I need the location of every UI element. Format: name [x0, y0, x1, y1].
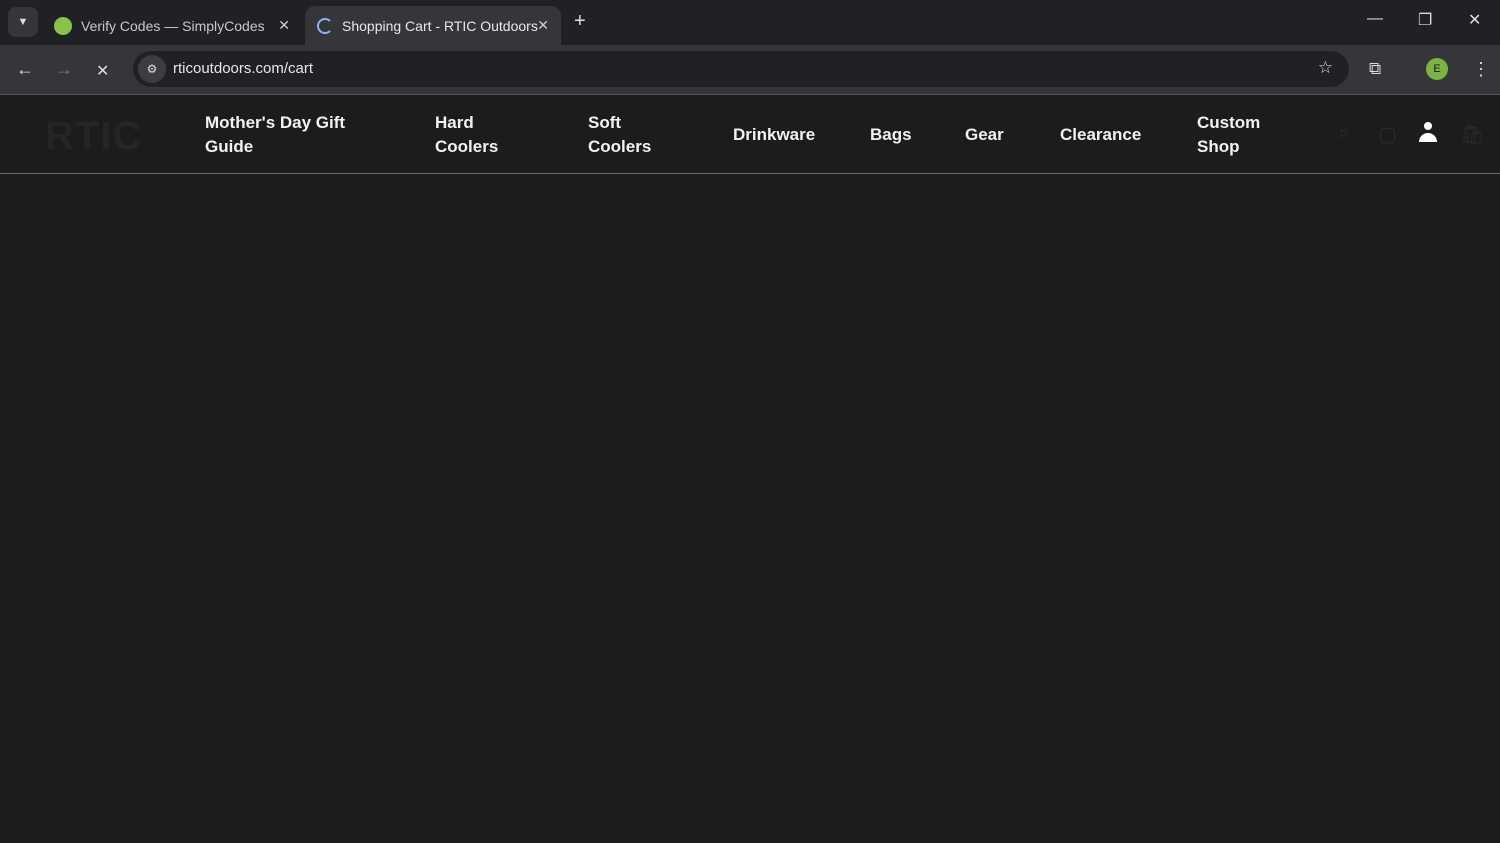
nav-mothers-day[interactable]: Mother's Day Gift Guide [205, 96, 345, 174]
nav-label: Hard [435, 113, 474, 132]
url-text[interactable]: rticoutdoors.com/cart [173, 60, 313, 77]
nav-soft-coolers[interactable]: Soft Coolers [588, 96, 651, 174]
nav-label: Coolers [435, 137, 499, 156]
menu-kebab-icon[interactable]: ⋮ [1472, 59, 1490, 80]
new-tab-button[interactable]: + [574, 10, 586, 33]
forward-button[interactable]: → [55, 59, 73, 80]
restore-button[interactable]: ❐ [1418, 10, 1432, 30]
chat-icon[interactable]: ▢ [1378, 122, 1397, 147]
profile-avatar[interactable]: E [1426, 58, 1448, 80]
tab-simplycodes[interactable]: Verify Codes — SimplyCodes ✕ [42, 6, 302, 45]
minimize-button[interactable]: — [1367, 10, 1383, 28]
site-settings-icon[interactable]: ⚙ [138, 55, 166, 83]
browser-toolbar: ← → ✕ ⚙ rticoutdoors.com/cart ☆ ⧉ E ⋮ [0, 45, 1500, 95]
nav-bags[interactable]: Bags [870, 96, 912, 174]
nav-clearance[interactable]: Clearance [1060, 96, 1141, 174]
nav-label: Mother's Day Gift [205, 113, 346, 132]
tab-title: Shopping Cart - RTIC Outdoors [342, 17, 538, 34]
nav-drinkware[interactable]: Drinkware [733, 96, 815, 174]
nav-label: Guide [205, 137, 254, 156]
loading-spinner-icon [317, 17, 333, 34]
nav-label: Coolers [588, 137, 652, 156]
site-header: RTIC Mother's Day Gift Guide Hard Coolers … [0, 96, 1500, 174]
close-window-button[interactable]: ✕ [1468, 10, 1481, 30]
nav-custom-shop[interactable]: Custom Shop [1197, 96, 1260, 174]
address-bar[interactable]: ⚙ rticoutdoors.com/cart ☆ [133, 51, 1349, 87]
tab-search-button[interactable]: ▼ [8, 7, 38, 37]
account-icon[interactable] [1418, 122, 1438, 144]
extensions-icon[interactable]: ⧉ [1369, 59, 1381, 79]
tab-bar: ▼ Verify Codes — SimplyCodes ✕ Shopping … [0, 0, 1500, 45]
bookmark-star-icon[interactable]: ☆ [1318, 58, 1333, 78]
close-tab-icon[interactable]: ✕ [278, 17, 290, 34]
simplycodes-favicon-icon [54, 16, 72, 35]
back-button[interactable]: ← [16, 59, 34, 80]
nav-hard-coolers[interactable]: Hard Coolers [435, 96, 498, 174]
cart-icon[interactable]: 🛍 [1460, 122, 1485, 147]
nav-label: Shop [1197, 137, 1240, 156]
nav-label: Custom [1197, 113, 1261, 132]
tab-shopping-cart[interactable]: Shopping Cart - RTIC Outdoors ✕ [305, 6, 561, 45]
search-icon[interactable]: ⌕ [1338, 122, 1349, 145]
rtic-logo[interactable]: RTIC [45, 114, 142, 159]
nav-gear[interactable]: Gear [965, 96, 1004, 174]
close-tab-icon[interactable]: ✕ [537, 17, 549, 34]
tab-title: Verify Codes — SimplyCodes [81, 17, 265, 34]
nav-label: Soft [588, 113, 622, 132]
stop-loading-button[interactable]: ✕ [96, 61, 109, 81]
